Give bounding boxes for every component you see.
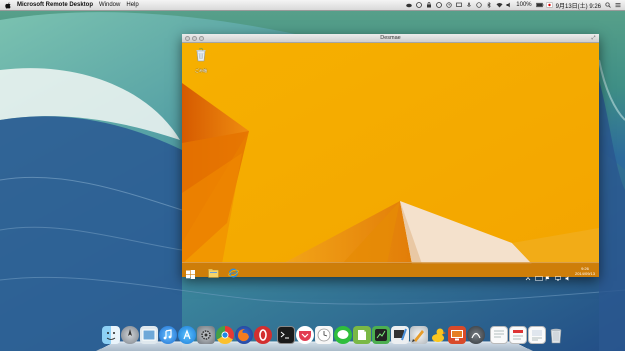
menu-window[interactable]: Window — [99, 2, 120, 8]
menu-help[interactable]: Help — [126, 2, 138, 8]
dock-separator — [486, 326, 489, 344]
internet-explorer-icon[interactable] — [228, 265, 239, 278]
windows-clock-date: 2014/09/13 — [574, 270, 595, 276]
xcode-icon[interactable] — [391, 326, 409, 344]
battery-icon[interactable] — [535, 2, 544, 8]
windows-wallpaper — [182, 43, 599, 264]
apple-menu-icon[interactable] — [4, 2, 12, 9]
fullscreen-icon[interactable]: ⤢ — [591, 36, 596, 41]
menu-status-area: 100% 9月13日(土) 9:26 — [406, 1, 621, 10]
cloud-icon[interactable] — [406, 2, 413, 8]
bluetooth-icon[interactable] — [486, 1, 492, 9]
menu-bar: Microsoft Remote Desktop Window Help 100… — [0, 0, 625, 11]
windows-start-icon[interactable] — [186, 266, 195, 279]
cyberduck-icon[interactable] — [429, 326, 447, 344]
spotlight-icon[interactable] — [605, 2, 611, 8]
input-indicator-icon[interactable] — [535, 268, 543, 281]
gauge-icon[interactable] — [416, 2, 423, 8]
battery-percent[interactable]: 100% — [516, 2, 531, 8]
volume-icon[interactable] — [506, 2, 512, 8]
windows-clock[interactable]: 9:26 2014/09/13 — [575, 266, 595, 276]
line-icon[interactable] — [334, 326, 352, 344]
terminal-icon[interactable] — [277, 326, 295, 344]
textedit-icon[interactable] — [509, 326, 527, 344]
dock-separator — [273, 326, 276, 344]
firefox-icon[interactable] — [235, 326, 253, 344]
istat-icon[interactable] — [372, 326, 390, 344]
display-icon[interactable] — [456, 2, 463, 8]
dock — [96, 324, 562, 351]
reminders-icon[interactable] — [315, 326, 333, 344]
flag-icon[interactable] — [545, 268, 551, 281]
recycle-bin-icon — [196, 48, 206, 62]
sync-icon[interactable] — [476, 2, 482, 8]
app-store-icon[interactable] — [178, 326, 196, 344]
notification-center-icon[interactable] — [615, 2, 621, 8]
trash-icon[interactable] — [547, 326, 565, 344]
finder-icon[interactable] — [102, 326, 120, 344]
lock-icon[interactable] — [426, 2, 432, 8]
opera-icon[interactable] — [254, 326, 272, 344]
time-machine-icon[interactable] — [446, 2, 452, 8]
mic-icon[interactable] — [466, 2, 472, 8]
file-explorer-icon[interactable] — [208, 265, 219, 278]
itunes-icon[interactable] — [159, 326, 177, 344]
windows-taskbar: 9:26 2014/09/13 — [182, 262, 599, 281]
launchpad-icon[interactable] — [121, 326, 139, 344]
system-preferences-icon[interactable] — [197, 326, 215, 344]
pixelmator-icon[interactable] — [410, 326, 428, 344]
pocket-icon[interactable] — [296, 326, 314, 344]
menu-clock[interactable]: 9月13日(土) 9:26 — [556, 1, 601, 10]
window-title: Desmae — [380, 35, 401, 41]
document-icon[interactable] — [490, 326, 508, 344]
recycle-bin[interactable]: ごみ箱 — [192, 48, 210, 74]
dock-icons — [102, 326, 565, 344]
preview-icon[interactable] — [140, 326, 158, 344]
evernote-icon[interactable] — [353, 326, 371, 344]
menu-app-name[interactable]: Microsoft Remote Desktop — [17, 2, 93, 8]
recycle-bin-label: ごみ箱 — [195, 68, 207, 73]
wifi-icon[interactable] — [496, 2, 503, 8]
keynote-icon[interactable] — [467, 326, 485, 344]
chrome-icon[interactable] — [216, 326, 234, 344]
remote-desktop-window[interactable]: Desmae ⤢ ごみ箱 9:26 2014/09/13 — [182, 34, 599, 281]
volume-icon[interactable] — [565, 268, 571, 281]
circle-icon[interactable] — [436, 2, 443, 8]
flag-icon[interactable] — [545, 2, 553, 8]
windows-desktop[interactable]: ごみ箱 — [182, 43, 599, 264]
system-tray: 9:26 2014/09/13 — [525, 264, 595, 281]
window-titlebar[interactable]: Desmae ⤢ — [182, 34, 599, 43]
remote-desktop-icon[interactable] — [448, 326, 466, 344]
network-icon[interactable] — [555, 268, 561, 281]
pages-icon[interactable] — [528, 326, 546, 344]
tray-arrow-icon[interactable] — [525, 268, 531, 281]
